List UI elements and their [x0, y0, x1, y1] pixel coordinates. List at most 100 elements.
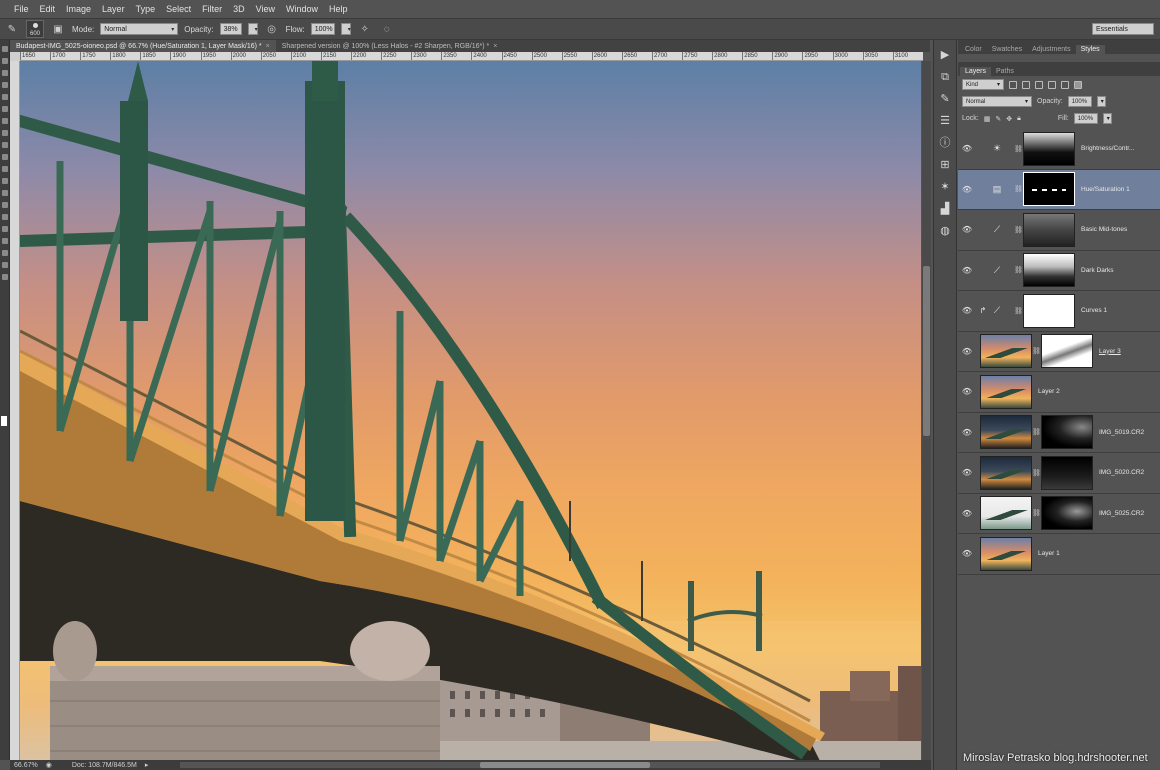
- healing-tool-icon[interactable]: [2, 118, 8, 124]
- eye-icon[interactable]: 👁︎: [958, 387, 976, 396]
- eye-icon[interactable]: 👁︎: [958, 549, 976, 558]
- ruler-origin[interactable]: [10, 52, 20, 61]
- shape-filter-icon[interactable]: [1048, 80, 1056, 89]
- layer-mask-thumbnail[interactable]: [1041, 455, 1093, 490]
- layer-opacity-field[interactable]: 100%: [1067, 96, 1092, 107]
- menu-edit[interactable]: Edit: [40, 4, 56, 14]
- layer-row[interactable]: 👁︎ Layer 2: [958, 372, 1160, 413]
- brush-panel-toggle-icon[interactable]: ▣: [50, 22, 66, 36]
- eyedropper-tool-icon[interactable]: [2, 106, 8, 112]
- layer-thumbnail[interactable]: [980, 374, 1032, 409]
- menu-select[interactable]: Select: [166, 4, 191, 14]
- menu-help[interactable]: Help: [329, 4, 348, 14]
- quick-select-tool-icon[interactable]: [2, 82, 8, 88]
- layer-mask-thumbnail[interactable]: [1023, 131, 1075, 166]
- link-icon[interactable]: ⛓: [1014, 307, 1023, 315]
- eye-icon[interactable]: 👁︎: [958, 225, 976, 234]
- foreground-color-swatch[interactable]: [1, 416, 7, 426]
- opacity-slider-toggle[interactable]: ▾: [247, 23, 258, 35]
- zoom-tool-icon[interactable]: [2, 274, 8, 280]
- layer-thumbnail[interactable]: [980, 415, 1032, 450]
- flow-slider-toggle[interactable]: ▾: [340, 23, 351, 35]
- brush-tool-icon[interactable]: ✎: [4, 22, 20, 36]
- eraser-tool-icon[interactable]: [2, 166, 8, 172]
- link-icon[interactable]: ⛓: [1032, 428, 1041, 436]
- layer-name[interactable]: IMG_5020.CR2: [1099, 469, 1144, 476]
- vertical-scrollbar[interactable]: [922, 61, 931, 760]
- gradient-tool-icon[interactable]: [2, 178, 8, 184]
- layer-row[interactable]: 👁︎ ▤ ⛓ Hue/Saturation 1: [958, 169, 1160, 210]
- layer-row[interactable]: 👁︎ ⟋ ⛓ Dark Darks: [958, 250, 1160, 291]
- lasso-tool-icon[interactable]: [2, 70, 8, 76]
- layer-thumbnail[interactable]: [980, 536, 1032, 571]
- type-filter-icon[interactable]: [1035, 80, 1043, 89]
- tab-styles[interactable]: Styles: [1075, 45, 1105, 54]
- link-icon[interactable]: ⛓: [1032, 469, 1041, 477]
- menu-file[interactable]: File: [14, 4, 29, 14]
- tab-color[interactable]: Color: [960, 45, 987, 54]
- layer-mask-thumbnail[interactable]: [1023, 253, 1075, 288]
- link-icon[interactable]: ⛓: [1014, 266, 1023, 274]
- layer-thumbnail[interactable]: [980, 334, 1032, 369]
- menu-window[interactable]: Window: [286, 4, 318, 14]
- flow-field[interactable]: 100%: [310, 23, 335, 35]
- eye-icon[interactable]: 👁︎: [958, 266, 976, 275]
- clone-stamp-tool-icon[interactable]: [2, 142, 8, 148]
- airbrush-icon[interactable]: ✧: [357, 22, 373, 36]
- eye-icon[interactable]: 👁︎: [958, 509, 976, 518]
- workspace-select[interactable]: Essentials: [1092, 23, 1154, 35]
- marquee-tool-icon[interactable]: [2, 58, 8, 64]
- menu-view[interactable]: View: [256, 4, 275, 14]
- tab-swatches[interactable]: Swatches: [987, 45, 1027, 54]
- layer-row[interactable]: 👁︎ ☀ ⛓ Brightness/Contr...: [958, 129, 1160, 170]
- eye-icon[interactable]: 👁︎: [958, 347, 976, 356]
- pen-tool-icon[interactable]: [2, 214, 8, 220]
- link-icon[interactable]: ⛓: [1032, 347, 1041, 355]
- fill-field[interactable]: 100%: [1073, 113, 1098, 124]
- navigator-icon[interactable]: ✶: [938, 180, 952, 194]
- layer-name[interactable]: Brightness/Contr...: [1081, 145, 1134, 152]
- document-tab[interactable]: Sharpened version @ 100% (Less Halos - #…: [276, 40, 504, 52]
- brush-presets-icon[interactable]: ✎: [938, 92, 952, 106]
- vertical-ruler[interactable]: [10, 52, 20, 760]
- layer-row[interactable]: 👁︎ ⛓ IMG_5019.CR2: [958, 412, 1160, 453]
- status-arrow-icon[interactable]: ▸: [145, 761, 149, 769]
- menu-3d[interactable]: 3D: [233, 4, 245, 14]
- eye-icon[interactable]: 👁︎: [958, 185, 976, 194]
- path-select-tool-icon[interactable]: [2, 238, 8, 244]
- layer-name[interactable]: Layer 1: [1038, 550, 1060, 557]
- document-canvas[interactable]: [20, 61, 921, 760]
- smart-object-filter-icon[interactable]: [1061, 80, 1069, 89]
- pixel-filter-icon[interactable]: [1009, 80, 1017, 89]
- layer-mask-thumbnail[interactable]: [1041, 496, 1093, 531]
- document-tab[interactable]: Budapest-IMG_5025-oioneo.psd @ 66.7% (Hu…: [10, 40, 276, 52]
- layer-row[interactable]: 👁︎ ⛓ IMG_5025.CR2: [958, 493, 1160, 534]
- blur-tool-icon[interactable]: [2, 190, 8, 196]
- menu-layer[interactable]: Layer: [102, 4, 125, 14]
- history-brush-tool-icon[interactable]: [2, 154, 8, 160]
- menu-type[interactable]: Type: [136, 4, 156, 14]
- layer-row[interactable]: 👁︎ ⛓ Layer 3: [958, 331, 1160, 372]
- status-menu-icon[interactable]: ◉: [46, 761, 52, 769]
- horizontal-ruler[interactable]: 1650 1700 1750 1800 1850 1900 1950 2000 2050 2100…: [20, 52, 923, 61]
- close-icon[interactable]: ×: [266, 43, 270, 50]
- layer-mask-thumbnail[interactable]: [1023, 172, 1075, 207]
- layer-mask-thumbnail[interactable]: [1023, 293, 1075, 328]
- layer-row[interactable]: 👁︎ ↱ ⟋ ⛓ Curves 1: [958, 291, 1160, 332]
- pressure-size-icon[interactable]: ◌: [379, 22, 395, 36]
- properties-icon[interactable]: ☰: [938, 114, 952, 128]
- clone-source-icon[interactable]: ⊞: [938, 158, 952, 172]
- filter-toggle-icon[interactable]: [1074, 80, 1082, 89]
- layer-name[interactable]: Layer 3: [1099, 348, 1121, 355]
- link-icon[interactable]: ⛓: [1014, 145, 1023, 153]
- mode-select[interactable]: Normal ▾: [100, 23, 179, 35]
- eye-icon[interactable]: 👁︎: [958, 468, 976, 477]
- menu-image[interactable]: Image: [66, 4, 91, 14]
- adjustment-filter-icon[interactable]: [1022, 80, 1030, 89]
- lock-transparency-icon[interactable]: ▦: [984, 115, 991, 123]
- layer-name[interactable]: Basic Mid-tones: [1081, 226, 1127, 233]
- layer-mask-thumbnail[interactable]: [1041, 415, 1093, 450]
- tab-adjustments[interactable]: Adjustments: [1027, 45, 1076, 54]
- lock-all-icon[interactable]: 🔒︎: [1017, 115, 1021, 123]
- type-tool-icon[interactable]: [2, 226, 8, 232]
